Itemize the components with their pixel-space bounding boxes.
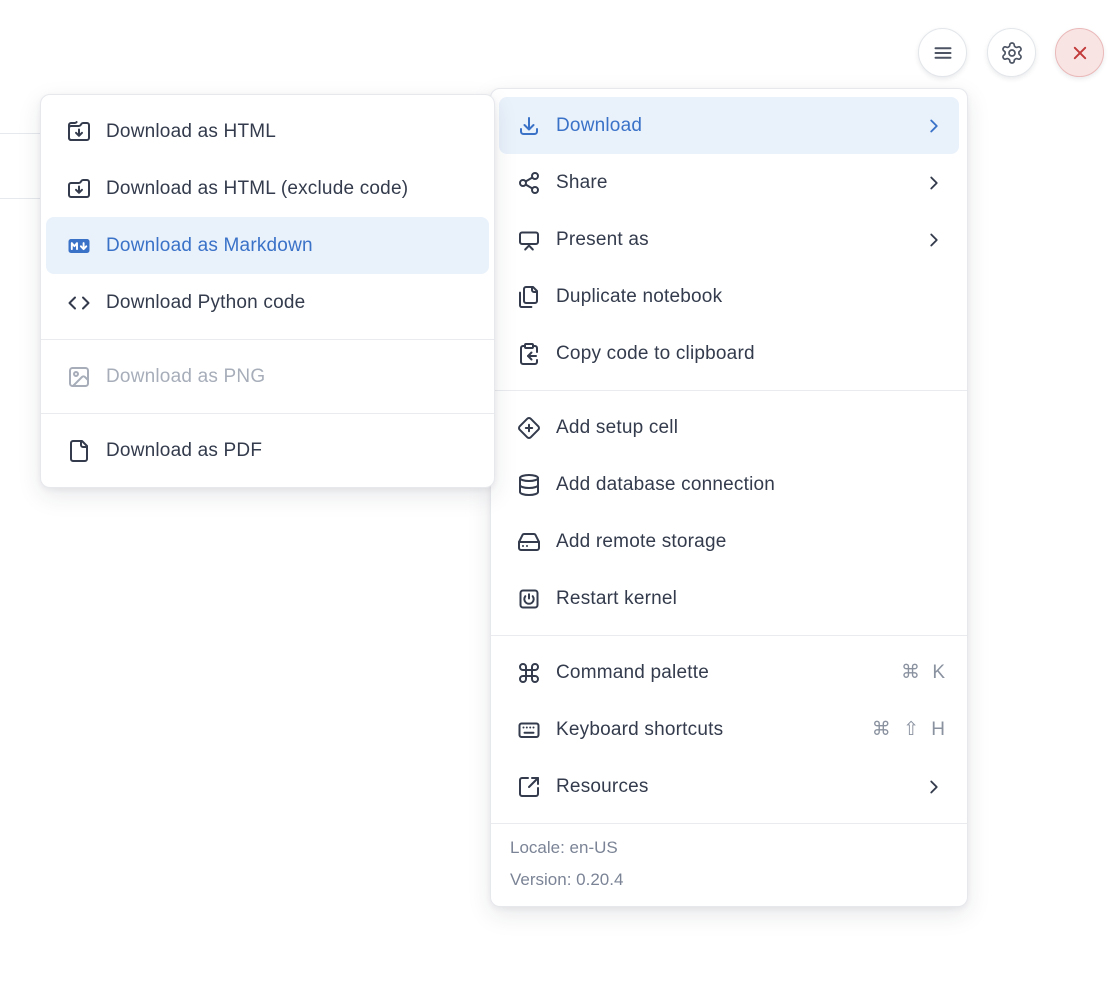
- menu-item-download-markdown[interactable]: Download as Markdown: [46, 217, 489, 274]
- share-icon: [517, 171, 541, 195]
- menu-footer: Locale: en-US Version: 0.20.4: [491, 824, 967, 906]
- chevron-right-icon: [923, 229, 945, 251]
- notebook-menu-button[interactable]: [918, 28, 967, 77]
- chevron-right-icon: [923, 115, 945, 137]
- menu-item-add-remote-storage[interactable]: Add remote storage: [499, 513, 959, 570]
- menu-item-label: Download Python code: [106, 292, 475, 314]
- background-cell-border: [0, 198, 41, 199]
- markdown-icon: [67, 234, 91, 258]
- submenu-section-pdf: Download as PDF: [41, 414, 494, 487]
- keyboard-icon: [517, 718, 541, 742]
- menu-item-label: Command palette: [556, 662, 886, 684]
- menu-item-label: Add remote storage: [556, 531, 945, 553]
- code-icon: [67, 291, 91, 315]
- menu-item-label: Copy code to clipboard: [556, 343, 945, 365]
- menu-item-download-png[interactable]: Download as PNG: [46, 348, 489, 405]
- menu-item-label: Download as HTML: [106, 121, 475, 143]
- download-submenu: Download as HTML Download as HTML (exclu…: [40, 94, 495, 488]
- submenu-section-formats: Download as HTML Download as HTML (exclu…: [41, 95, 494, 339]
- file-icon: [67, 439, 91, 463]
- settings-button[interactable]: [987, 28, 1036, 77]
- menu-item-label: Present as: [556, 229, 908, 251]
- menu-item-label: Download as PDF: [106, 440, 475, 462]
- menu-item-label: Add database connection: [556, 474, 945, 496]
- menu-section-share: Download Share Present as: [491, 89, 967, 390]
- close-icon: [1068, 41, 1092, 65]
- menu-item-label: Download as PNG: [106, 366, 475, 388]
- folder-download-icon: [67, 120, 91, 144]
- locale-info: Locale: en-US: [491, 832, 967, 864]
- external-link-icon: [517, 775, 541, 799]
- background-cell-border: [0, 133, 41, 134]
- menu-item-label: Duplicate notebook: [556, 286, 945, 308]
- hard-drive-icon: [517, 530, 541, 554]
- menu-item-label: Add setup cell: [556, 417, 945, 439]
- menu-item-label: Download as HTML (exclude code): [106, 178, 475, 200]
- menu-item-label: Download as Markdown: [106, 235, 475, 257]
- menu-item-label: Download: [556, 115, 908, 137]
- menu-item-add-setup-cell[interactable]: Add setup cell: [499, 399, 959, 456]
- menu-section-help: Command palette ⌘ K Keyboard shortcuts ⌘…: [491, 636, 967, 823]
- menu-item-keyboard-shortcuts[interactable]: Keyboard shortcuts ⌘ ⇧ H: [499, 701, 959, 758]
- gear-icon: [1000, 41, 1024, 65]
- shortcut-hint: ⌘ K: [901, 661, 945, 684]
- submenu-section-png: Download as PNG: [41, 340, 494, 413]
- menu-item-command-palette[interactable]: Command palette ⌘ K: [499, 644, 959, 701]
- menu-item-share[interactable]: Share: [499, 154, 959, 211]
- download-icon: [517, 114, 541, 138]
- menu-item-present-as[interactable]: Present as: [499, 211, 959, 268]
- menu-item-download-python[interactable]: Download Python code: [46, 274, 489, 331]
- folder-download-icon: [67, 177, 91, 201]
- chevron-right-icon: [923, 172, 945, 194]
- menu-item-download[interactable]: Download: [499, 97, 959, 154]
- menu-item-download-html[interactable]: Download as HTML: [46, 103, 489, 160]
- notebook-actions-menu: Download Share Present as: [490, 88, 968, 907]
- menu-item-copy-code[interactable]: Copy code to clipboard: [499, 325, 959, 382]
- menu-item-resources[interactable]: Resources: [499, 758, 959, 815]
- diamond-plus-icon: [517, 416, 541, 440]
- duplicate-icon: [517, 285, 541, 309]
- menu-item-restart-kernel[interactable]: Restart kernel: [499, 570, 959, 627]
- hamburger-icon: [931, 41, 955, 65]
- shortcut-hint: ⌘ ⇧ H: [872, 718, 945, 741]
- menu-item-download-html-no-code[interactable]: Download as HTML (exclude code): [46, 160, 489, 217]
- image-icon: [67, 365, 91, 389]
- chevron-right-icon: [923, 776, 945, 798]
- menu-item-label: Resources: [556, 776, 908, 798]
- menu-item-label: Keyboard shortcuts: [556, 719, 857, 741]
- menu-item-label: Restart kernel: [556, 588, 945, 610]
- menu-item-label: Share: [556, 172, 908, 194]
- menu-section-kernel: Add setup cell Add database connection A…: [491, 391, 967, 635]
- close-button[interactable]: [1055, 28, 1104, 77]
- menu-item-duplicate-notebook[interactable]: Duplicate notebook: [499, 268, 959, 325]
- command-icon: [517, 661, 541, 685]
- presentation-icon: [517, 228, 541, 252]
- database-icon: [517, 473, 541, 497]
- version-info: Version: 0.20.4: [491, 864, 967, 896]
- clipboard-copy-icon: [517, 342, 541, 366]
- menu-item-add-database[interactable]: Add database connection: [499, 456, 959, 513]
- power-icon: [517, 587, 541, 611]
- menu-item-download-pdf[interactable]: Download as PDF: [46, 422, 489, 479]
